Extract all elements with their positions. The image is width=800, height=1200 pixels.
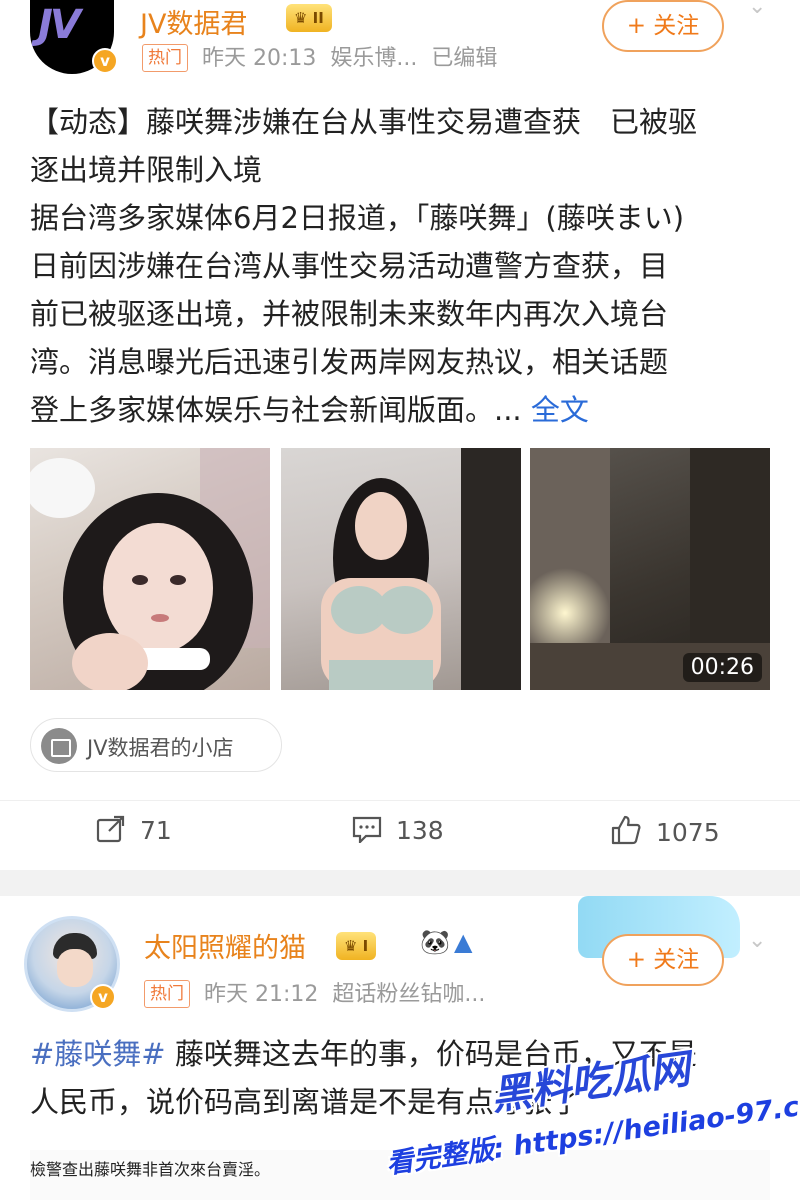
author-name[interactable]: JV数据君: [140, 2, 247, 41]
edited-label: 已编辑: [431, 46, 498, 71]
hashtag-link[interactable]: #藤咲舞#: [30, 1037, 166, 1071]
verified-badge-icon: v: [92, 48, 118, 74]
post-text-line: 湾。消息曝光后迅速引发两岸网友热议，相关话题: [30, 345, 669, 379]
post-text-line: 前已被驱逐出境，并被限制未来数年内再次入境台: [30, 297, 669, 331]
post-text-line: #藤咲舞# 藤咲舞这去年的事，价码是台币，又不是: [30, 1037, 697, 1071]
hot-label: 热门: [142, 44, 188, 72]
expand-full-text-link[interactable]: 全文: [531, 393, 589, 427]
shark-icon: ▲: [454, 928, 473, 956]
post-body: 【动态】藤咲舞涉嫌在台从事性交易遭查获 已被驱 逐出境并限制入境 据台湾多家媒体…: [30, 98, 770, 434]
avatar-face: [57, 949, 93, 987]
author-name[interactable]: 太阳照耀的猫: [144, 926, 306, 965]
photo-thumbnail: [30, 448, 270, 690]
screenshot-text: 檢警查出藤咲舞非首次來台賣淫。: [30, 1160, 271, 1179]
comment-icon: [352, 815, 382, 849]
comment-button[interactable]: 138: [352, 815, 444, 849]
post-source[interactable]: 娱乐博...: [330, 46, 417, 71]
post-time: 昨天 20:13: [202, 46, 317, 71]
post-divider: [0, 870, 800, 896]
panda-icon: 🐼: [420, 928, 450, 956]
post-actions: 71 138 1075: [0, 800, 800, 866]
post-text-line: 人民币，说价码高到离谱是不是有点夸张了: [30, 1085, 582, 1119]
member-level-badge: ♛ I: [336, 932, 377, 960]
post-video-thumbnail[interactable]: 00:26: [530, 448, 770, 690]
embedded-screenshot[interactable]: 檢警查出藤咲舞非首次來台賣淫。: [30, 1150, 770, 1200]
post-text-line: 日前因涉嫌在台湾从事性交易活动遭警方查获，目: [30, 249, 669, 283]
post-text-line: 【动态】藤咲舞涉嫌在台从事性交易遭查获 已被驱: [30, 105, 698, 139]
hot-label: 热门: [144, 980, 190, 1008]
weibo-post-1: JV v JV数据君 ♛ II 热门 昨天 20:13 娱乐博... 已编辑 + 关注…: [0, 0, 800, 870]
shop-label: JV数据君的小店: [87, 736, 234, 760]
post-source[interactable]: 超话粉丝钻咖...: [332, 982, 485, 1007]
member-level-badge: ♛ II: [286, 4, 332, 32]
repost-icon: [96, 815, 126, 849]
video-duration: 00:26: [682, 653, 762, 682]
post-text-line: 登上多家媒体娱乐与社会新闻版面。... 全文: [30, 393, 589, 427]
like-icon: [610, 815, 642, 851]
like-button[interactable]: 1075: [610, 815, 720, 851]
post-meta: 热门 昨天 20:13 娱乐博... 已编辑: [142, 40, 511, 72]
photo-thumbnail: [321, 448, 521, 690]
like-count: 1075: [656, 818, 720, 847]
post-body: #藤咲舞# 藤咲舞这去年的事，价码是台币，又不是 人民币，说价码高到离谱是不是有…: [30, 1030, 770, 1126]
post-image-1[interactable]: [30, 448, 270, 690]
follow-button[interactable]: + 关注: [602, 0, 724, 52]
post-image-2[interactable]: [281, 448, 521, 690]
shop-icon: [41, 728, 77, 764]
post-time: 昨天 21:12: [204, 982, 319, 1007]
chevron-down-icon[interactable]: ⌄: [748, 0, 766, 19]
repost-button[interactable]: 71: [96, 815, 172, 849]
follow-button[interactable]: + 关注: [602, 934, 724, 986]
post-text-line: 逐出境并限制入境: [30, 153, 263, 187]
shop-link[interactable]: JV数据君的小店: [30, 718, 282, 772]
jv-logo: JV: [38, 2, 81, 48]
comment-count: 138: [396, 816, 444, 845]
post-meta: 热门 昨天 21:12 超话粉丝钻咖...: [144, 976, 499, 1008]
chevron-down-icon[interactable]: ⌄: [748, 928, 766, 953]
verified-badge-icon: v: [90, 984, 116, 1010]
repost-count: 71: [140, 816, 172, 845]
post-text-line: 据台湾多家媒体6月2日报道，「藤咲舞」(藤咲まい): [30, 201, 685, 235]
